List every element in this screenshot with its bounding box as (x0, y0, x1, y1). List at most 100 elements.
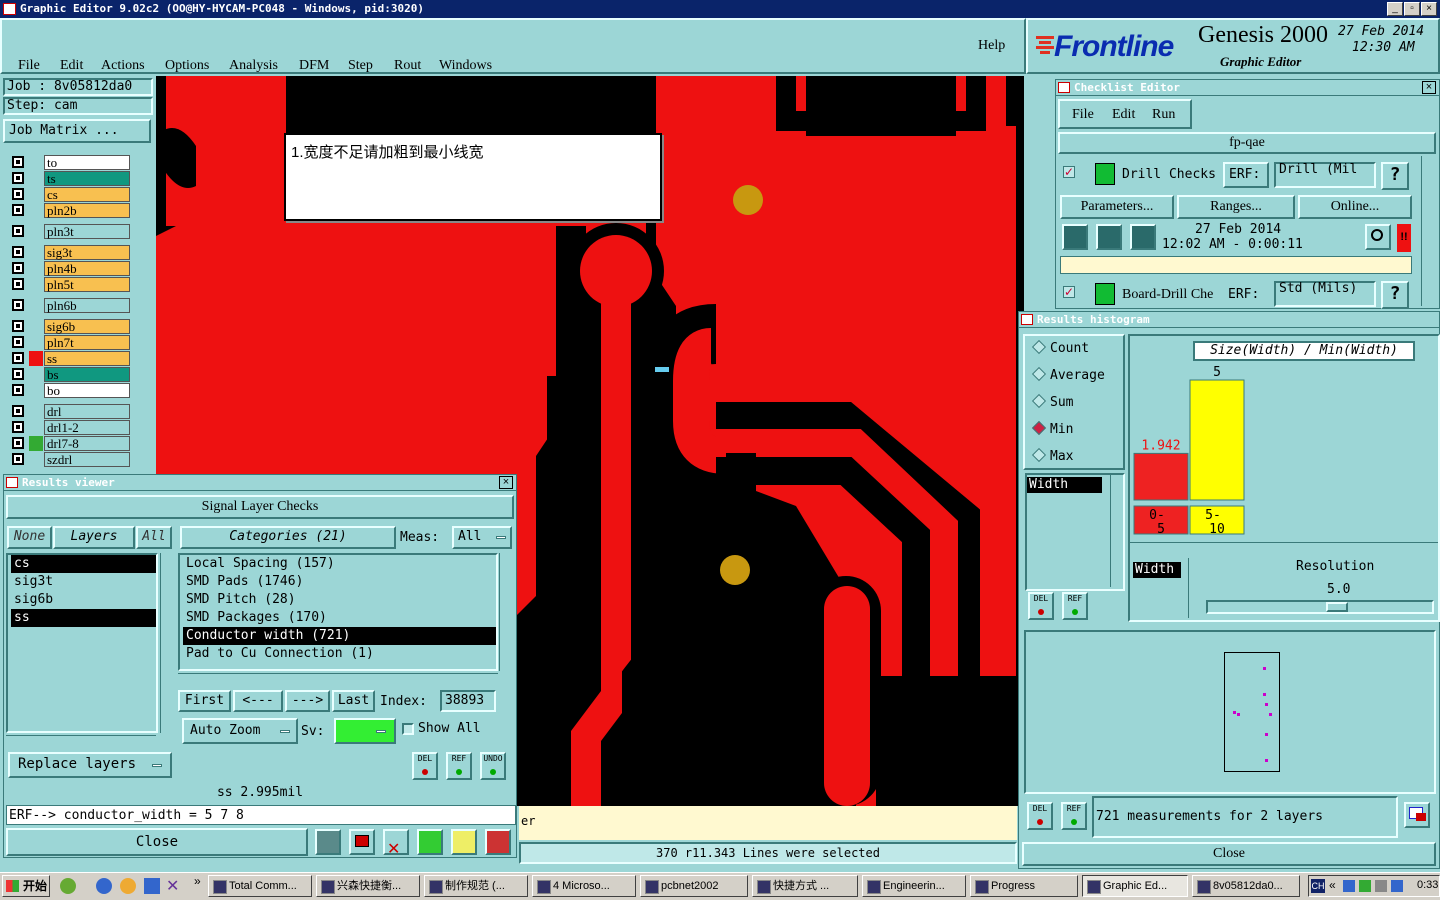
auto-zoom-dropdown[interactable]: Auto Zoom (182, 718, 298, 744)
erf2-value[interactable]: Std (Mils) (1274, 281, 1376, 307)
category-item[interactable]: SMD Pads (1746) (183, 573, 496, 591)
category-item[interactable]: Local Spacing (157) (183, 555, 496, 573)
menu-rout[interactable]: Rout (394, 58, 421, 74)
drill-checks-label[interactable]: Drill Checks (1122, 167, 1216, 182)
layer-results-hscroll[interactable] (6, 735, 156, 747)
layer-checkbox[interactable] (12, 352, 24, 364)
layer-list-scrollbar[interactable] (131, 150, 144, 470)
board-drill-label[interactable]: Board-Drill Che (1122, 287, 1213, 303)
radio-sum[interactable]: Sum (1031, 393, 1073, 410)
drill-help-button[interactable]: ? (1381, 162, 1409, 190)
layer-row-sig3t[interactable]: sig3t (8, 245, 130, 260)
ranges-button[interactable]: Ranges... (1177, 195, 1295, 219)
menu-edit[interactable]: Edit (60, 58, 83, 74)
taskbar-item[interactable]: 制作规范 (... (424, 875, 528, 897)
drill-checks-checkbox[interactable]: ✓ (1063, 166, 1075, 178)
export-icon[interactable] (1404, 802, 1430, 828)
radio-count[interactable]: Count (1031, 339, 1089, 356)
histogram-close-button[interactable]: Close (1022, 842, 1436, 866)
checklist-menu-file[interactable]: File (1072, 107, 1094, 123)
histogram-icon[interactable] (485, 829, 511, 855)
tray-icon-4[interactable] (1391, 880, 1403, 892)
minimize-button[interactable]: _ (1387, 2, 1403, 16)
maximize-button[interactable]: ▫ (1404, 2, 1420, 16)
results-viewer-close-icon[interactable]: × (499, 476, 513, 489)
category-item[interactable]: SMD Packages (170) (183, 609, 496, 627)
menu-file[interactable]: File (18, 58, 40, 74)
results-viewer-close-button[interactable]: Close (6, 828, 308, 856)
show-all-checkbox[interactable] (402, 723, 414, 735)
layer-row-ss[interactable]: ss (8, 351, 130, 366)
layers-button[interactable]: Layers (53, 526, 135, 549)
job-matrix-button[interactable]: Job Matrix ... (3, 119, 151, 143)
radio-max[interactable]: Max (1031, 447, 1073, 464)
start-button[interactable]: 开始 (2, 875, 50, 897)
category-item[interactable]: SMD Pitch (28) (183, 591, 496, 609)
taskbar-item[interactable]: Total Comm... (208, 875, 312, 897)
undo-button[interactable]: UNDO (480, 752, 506, 780)
layer-checkbox[interactable] (12, 299, 24, 311)
taskbar-item[interactable]: Graphic Ed... (1082, 875, 1188, 897)
result-layer-item[interactable]: sig6b (11, 591, 156, 609)
categories-list[interactable]: Local Spacing (157) SMD Pads (1746) SMD Pi… (178, 553, 498, 671)
report-icon[interactable] (451, 829, 477, 855)
layer-row-drl[interactable]: drl (8, 404, 130, 419)
layer-row-cs[interactable]: cs (8, 187, 130, 202)
tray-icon-1[interactable] (1343, 880, 1355, 892)
resolution-scrollbar[interactable] (1188, 558, 1201, 618)
layer-row-pln4b[interactable]: pln4b (8, 261, 130, 276)
close-window-button[interactable]: × (1421, 2, 1437, 16)
category-item[interactable]: Pad to Cu Connection (1) (183, 645, 496, 663)
radio-min[interactable]: Min (1031, 420, 1073, 437)
layer-checkbox[interactable] (12, 278, 24, 290)
all-layers-button[interactable]: All (136, 526, 172, 549)
categories-scrollbar[interactable] (499, 553, 512, 671)
prev-button[interactable]: <--- (233, 690, 283, 712)
layer-checkbox[interactable] (12, 225, 24, 237)
board-drill-checkbox[interactable]: ✓ (1063, 286, 1075, 298)
quicklaunch-icon-1[interactable] (60, 878, 76, 894)
layer-checkbox[interactable] (12, 368, 24, 380)
zoom-icon[interactable] (1365, 224, 1391, 250)
quicklaunch-icon-3[interactable] (144, 878, 160, 894)
histogram-bar[interactable] (1189, 379, 1245, 501)
layer-checkbox[interactable] (12, 336, 24, 348)
del-button[interactable]: DEL (412, 752, 438, 780)
histogram-bar[interactable] (1133, 452, 1189, 501)
layer-row-pln3t[interactable]: pln3t (8, 224, 130, 239)
layer-checkbox[interactable] (12, 320, 24, 332)
layer-checkbox[interactable] (12, 262, 24, 274)
histogram-del-button[interactable]: DEL (1028, 592, 1054, 620)
layer-row-bo[interactable]: bo (8, 383, 130, 398)
checklist-scrollbar[interactable] (1421, 156, 1434, 306)
online-button[interactable]: Online... (1298, 195, 1412, 219)
preview-ref-button[interactable]: REF (1061, 802, 1087, 830)
resolution-slider[interactable] (1206, 600, 1434, 614)
tray-expand-icon[interactable]: « (1329, 878, 1336, 892)
layer-row-sig6b[interactable]: sig6b (8, 319, 130, 334)
taskbar-item[interactable]: 4 Microso... (532, 875, 636, 897)
field-list-scrollbar[interactable] (1110, 475, 1123, 587)
layer-checkbox[interactable] (12, 437, 24, 449)
tray-icon-3[interactable] (1375, 880, 1387, 892)
board-drill-help-button[interactable]: ? (1381, 281, 1409, 309)
radio-average[interactable]: Average (1031, 366, 1105, 383)
taskbar-item[interactable]: 兴森快捷衡... (316, 875, 420, 897)
layer-row-ts[interactable]: ts (8, 171, 130, 186)
taskbar-item[interactable]: Engineerin... (862, 875, 966, 897)
meas-dropdown[interactable]: All (452, 526, 512, 549)
histogram-ref-button[interactable]: REF (1062, 592, 1088, 620)
run-icon[interactable] (1062, 224, 1088, 250)
layer-row-drl7-8[interactable]: drl7-8 (8, 436, 130, 451)
layer-checkbox[interactable] (12, 246, 24, 258)
categories-hscroll[interactable] (178, 673, 498, 685)
layer-checkbox[interactable] (12, 453, 24, 465)
taskbar-item[interactable]: 快捷方式 ... (752, 875, 858, 897)
crossout-icon[interactable]: ✕ (383, 829, 409, 858)
menu-windows[interactable]: Windows (439, 58, 492, 74)
category-item[interactable]: Conductor width (721) (183, 627, 496, 645)
layer-results-list[interactable]: cs sig3t sig6b ss (6, 553, 158, 733)
width-field-2[interactable]: Width (1133, 562, 1181, 578)
run-stop-icon[interactable] (1130, 224, 1156, 250)
next-button[interactable]: ---> (285, 690, 330, 712)
